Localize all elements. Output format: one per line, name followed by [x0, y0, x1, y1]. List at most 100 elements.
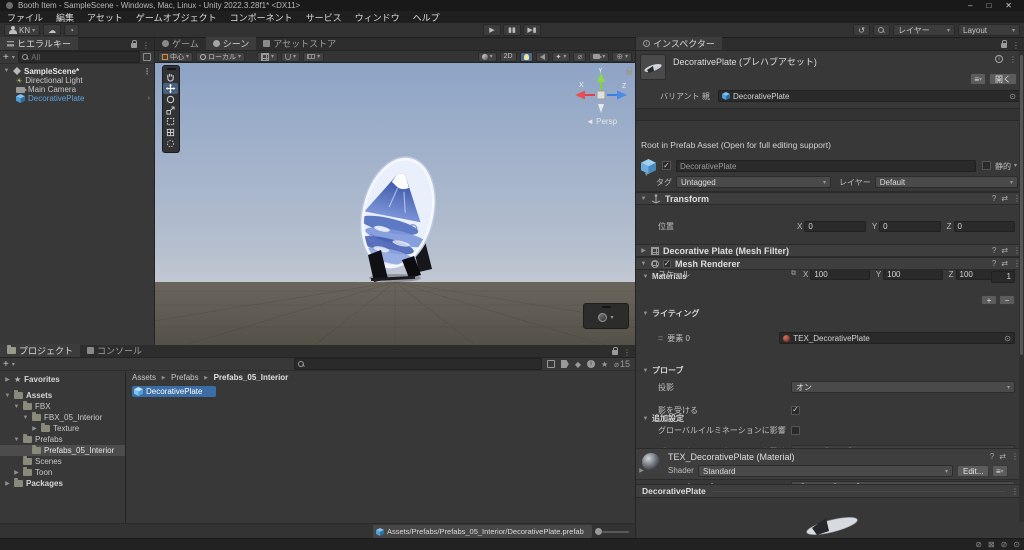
- lock-icon[interactable]: [612, 347, 618, 355]
- tree-scenes[interactable]: ▶Scenes: [0, 456, 125, 467]
- scale-tool-button[interactable]: [163, 105, 178, 116]
- mesh-renderer-enabled-checkbox[interactable]: ✓: [663, 259, 671, 268]
- asset-item-decorativeplate[interactable]: DecorativePlate: [132, 386, 216, 397]
- shader-edit-button[interactable]: Edit...: [957, 465, 990, 477]
- thumbnail-size-slider[interactable]: [595, 528, 629, 535]
- create-button[interactable]: +: [3, 52, 9, 63]
- tree-assets[interactable]: ▼ Assets: [0, 390, 125, 401]
- scene-viewport[interactable]: X Y Z ◄ Persp ▾: [155, 63, 635, 345]
- layers-dropdown[interactable]: レイヤー ▾: [893, 24, 955, 36]
- position-y-field[interactable]: 0: [879, 220, 941, 232]
- orientation-gizmo[interactable]: X Y Z ◄ Persp: [570, 67, 632, 126]
- favorites-star-icon[interactable]: ★: [601, 360, 608, 369]
- inspector-scrollbar[interactable]: [1019, 51, 1024, 522]
- overlay-handle[interactable]: [601, 306, 611, 308]
- maximize-button[interactable]: □: [986, 1, 991, 10]
- tab-game[interactable]: ゲーム: [155, 37, 206, 50]
- camera-preview-icon[interactable]: [598, 312, 608, 322]
- object-picker-icon[interactable]: ⊙: [1004, 334, 1011, 343]
- lock-icon[interactable]: [1001, 40, 1007, 48]
- tree-fbx-05-interior[interactable]: ▼ FBX_05_Interior: [0, 412, 125, 423]
- static-caret-icon[interactable]: ▾: [1014, 162, 1017, 169]
- account-dropdown[interactable]: KN ▾: [4, 24, 41, 36]
- scene-kebab-icon[interactable]: ⋮: [143, 67, 154, 76]
- 2d-toggle[interactable]: 2D: [499, 51, 517, 62]
- camera-overlay-caret-icon[interactable]: ▾: [610, 314, 613, 321]
- refresh-muted-icon[interactable]: ⊘: [1001, 540, 1008, 549]
- hierarchy-search-input[interactable]: [31, 52, 136, 62]
- menu-help[interactable]: ヘルプ: [413, 11, 440, 24]
- gizmos-dropdown[interactable]: ⊕ ▾: [612, 51, 632, 62]
- kebab-menu-icon[interactable]: ⋮: [623, 348, 631, 357]
- handle-rotation-dropdown[interactable]: ローカル ▾: [196, 51, 246, 62]
- collab-muted-icon[interactable]: ⊠: [988, 540, 995, 549]
- create-caret-icon[interactable]: ▾: [12, 361, 15, 368]
- create-caret-icon[interactable]: ▾: [12, 54, 15, 61]
- menu-window[interactable]: ウィンドウ: [355, 11, 400, 24]
- asset-info-icon[interactable]: i: [586, 360, 595, 368]
- gi-contribute-checkbox[interactable]: [791, 425, 800, 435]
- hierarchy-item-main-camera[interactable]: Main Camera: [0, 85, 154, 94]
- undo-history-button[interactable]: ↺: [853, 24, 870, 36]
- inspector-tab[interactable]: i インスペクター: [636, 37, 722, 50]
- help-icon[interactable]: ?: [990, 452, 994, 461]
- tab-asset-store[interactable]: アセットストア: [256, 37, 343, 50]
- cast-shadows-dropdown[interactable]: オン ▾: [791, 381, 1015, 393]
- lock-icon[interactable]: [131, 40, 137, 48]
- object-picker-icon[interactable]: ⊙: [1009, 92, 1016, 101]
- overlay-handle[interactable]: [166, 68, 176, 70]
- measure-dropdown[interactable]: ▾: [303, 51, 325, 62]
- shading-mode-dropdown[interactable]: ▾: [477, 51, 497, 62]
- hierarchy-item-decorativeplate[interactable]: DecorativePlate ›: [0, 94, 154, 103]
- tree-toon[interactable]: ▶ Toon: [0, 467, 125, 478]
- project-tab[interactable]: プロジェクト: [0, 344, 81, 357]
- breadcrumb-assets[interactable]: Assets: [132, 373, 156, 382]
- drag-handle-icon[interactable]: =: [658, 333, 663, 343]
- presets-icon[interactable]: ⇄: [999, 452, 1006, 461]
- view-tool-button[interactable]: [163, 72, 178, 83]
- minimize-button[interactable]: –: [968, 1, 972, 10]
- breadcrumb-current[interactable]: Prefabs_05_Interior: [214, 373, 289, 382]
- additional-settings-foldout[interactable]: ▼ 追加設定: [636, 413, 1024, 424]
- presets-icon[interactable]: ⇄: [1001, 246, 1008, 255]
- search-button[interactable]: [873, 24, 890, 36]
- hierarchy-item-directional-light[interactable]: ☀ Directional Light: [0, 76, 154, 85]
- menu-file[interactable]: ファイル: [7, 11, 43, 24]
- foldout-icon[interactable]: ▼: [640, 196, 647, 202]
- gameobject-icon-caret[interactable]: ▾: [645, 171, 648, 178]
- console-tab[interactable]: コンソール: [80, 344, 149, 357]
- foldout-icon[interactable]: ▼: [640, 261, 647, 267]
- static-checkbox[interactable]: [982, 161, 991, 170]
- menu-gameobject[interactable]: ゲームオブジェクト: [136, 11, 217, 24]
- hierarchy-tab[interactable]: ヒエラルキー: [0, 37, 79, 50]
- cloud-button[interactable]: ☁: [43, 24, 62, 36]
- presets-icon[interactable]: ⇄: [1001, 194, 1008, 203]
- transform-header[interactable]: ▼ Transform ? ⇄ ⋮: [636, 192, 1024, 205]
- tree-prefabs-05-interior[interactable]: ▶Prefabs_05_Interior: [0, 445, 125, 456]
- add-material-button[interactable]: +: [981, 295, 997, 305]
- mesh-renderer-header[interactable]: ▼ ✓ Mesh Renderer ? ⇄ ⋮: [636, 257, 1024, 270]
- menu-assets[interactable]: アセット: [87, 11, 123, 24]
- step-button[interactable]: ▶▮: [523, 24, 541, 36]
- element-0-material-field[interactable]: TEX_DecorativePlate ⊙: [779, 332, 1015, 344]
- variant-parent-field[interactable]: DecorativePlate ⊙: [718, 90, 1020, 102]
- gameobject-name-input[interactable]: [680, 161, 972, 171]
- hierarchy-search-field[interactable]: [17, 51, 140, 63]
- transform-tool-button[interactable]: [163, 127, 178, 138]
- gizmo-lock-icon[interactable]: [626, 67, 632, 75]
- layer-dropdown[interactable]: Default ▾: [874, 176, 1018, 188]
- remove-material-button[interactable]: −: [999, 295, 1015, 305]
- pause-button[interactable]: ▮▮: [503, 24, 521, 36]
- tree-fbx[interactable]: ▼ FBX: [0, 401, 125, 412]
- material-menu-button[interactable]: ≡ ▾: [992, 465, 1008, 477]
- help-icon[interactable]: ?: [992, 194, 996, 203]
- custom-tool-button[interactable]: [163, 138, 178, 149]
- camera-settings-dropdown[interactable]: ▾: [589, 51, 610, 62]
- tree-favorites[interactable]: ▶ ★ Favorites: [0, 374, 125, 385]
- help-icon[interactable]: ?: [992, 259, 996, 268]
- probes-foldout[interactable]: ▼ プローブ: [636, 365, 1024, 376]
- prefab-open-chevron-icon[interactable]: ›: [148, 95, 154, 102]
- materials-foldout[interactable]: ▼ Materials 1: [636, 270, 1024, 283]
- create-button[interactable]: +: [3, 359, 9, 370]
- move-tool-button[interactable]: [163, 83, 178, 94]
